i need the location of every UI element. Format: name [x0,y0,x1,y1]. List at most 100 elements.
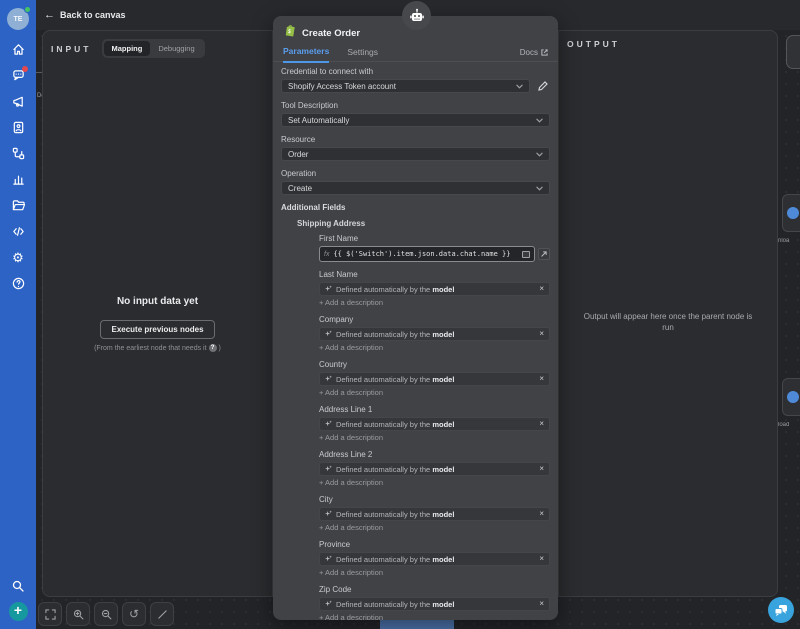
field-label: Address Line 2 [319,450,550,459]
clear-field-button[interactable]: × [539,510,544,518]
edit-credential-button[interactable] [536,79,550,93]
pencil-icon [538,81,548,91]
sidebar-item-insights[interactable] [8,172,28,187]
expression-value: {{ $('Switch').item.json.data.chat.name … [333,250,522,258]
input-panel-title: INPUT [51,44,92,54]
operation-select[interactable]: Create [281,181,550,195]
partial-node-2[interactable] [782,378,800,416]
tab-debugging[interactable]: Debugging [150,41,202,56]
partial-node-1[interactable] [782,194,800,232]
ai-defined-input[interactable]: Defined automatically by the model × [319,282,550,296]
help-icon[interactable]: ? [209,344,217,352]
clear-field-button[interactable]: × [539,285,544,293]
add-description-link[interactable]: + Add a description [319,569,550,577]
first-name-expression-input[interactable]: fx {{ $('Switch').item.json.data.chat.na… [319,246,535,262]
reset-view-button[interactable]: ↺ [122,602,146,626]
resource-field: Resource Order [281,135,550,161]
sidebar-item-workflows[interactable] [8,146,28,161]
add-description-link[interactable]: + Add a description [319,434,550,442]
clear-field-button[interactable]: × [539,330,544,338]
resource-select[interactable]: Order [281,147,550,161]
node-icon [787,207,799,219]
field-label: Address Line 1 [319,405,550,414]
ai-defined-input[interactable]: Defined automatically by the model × [319,552,550,566]
back-to-canvas-link[interactable]: ← Back to canvas [44,9,126,21]
ai-defined-input[interactable]: Defined automatically by the model × [319,597,550,611]
sidebar: TE [0,0,36,629]
fit-view-button[interactable] [38,602,62,626]
canvas-toolbar: ↺ [38,602,174,626]
workflow-icon [12,147,25,160]
external-link-icon [541,49,548,56]
back-arrow-icon: ← [44,9,55,21]
dialog-title: Create Order [302,28,360,39]
clear-field-button[interactable]: × [539,375,544,383]
credential-select[interactable]: Shopify Access Token account [281,79,530,93]
fx-icon: fx [324,251,329,258]
add-description-link[interactable]: + Add a description [319,299,550,307]
clear-field-button[interactable]: × [539,420,544,428]
ai-defined-input[interactable]: Defined automatically by the model × [319,462,550,476]
avatar[interactable]: TE [7,8,29,30]
sidebar-item-announcements[interactable] [8,94,28,109]
clear-field-button[interactable]: × [539,555,544,563]
field-label: Credential to connect with [281,67,550,76]
ai-defined-input[interactable]: Defined automatically by the model × [319,327,550,341]
ai-defined-input[interactable]: Defined automatically by the model × [319,372,550,386]
add-description-link[interactable]: + Add a description [319,344,550,352]
fit-view-icon [45,609,56,620]
shopify-icon [283,24,296,42]
ai-field: Country Defined automatically by the mod… [319,360,550,397]
chat-help-button[interactable] [768,597,794,623]
resize-button[interactable] [150,602,174,626]
field-label: First Name [319,234,550,243]
sparkles-icon [325,465,332,473]
sidebar-item-settings[interactable]: ⚙ [8,250,28,265]
docs-link[interactable]: Docs [520,48,548,61]
sparkles-icon [325,600,332,608]
search-button[interactable] [8,578,28,593]
clear-field-button[interactable]: × [539,600,544,608]
workflow-canvas[interactable]: Do nloa load INPUT Mapping Debugging [36,30,800,629]
tool-description-select[interactable]: Set Automatically [281,113,550,127]
sidebar-item-contacts[interactable] [8,120,28,135]
chevron-down-icon [536,186,543,191]
partial-node-2-label: load [778,422,800,428]
field-label: Operation [281,169,550,178]
ai-defined-input[interactable]: Defined automatically by the model × [319,417,550,431]
sparkles-icon [325,285,332,293]
add-description-link[interactable]: + Add a description [319,524,550,532]
sidebar-item-help[interactable] [8,276,28,291]
sparkles-icon [325,510,332,518]
zoom-in-button[interactable] [66,602,90,626]
sidebar-item-projects[interactable] [8,198,28,213]
sidebar-item-home[interactable] [8,42,28,57]
add-workflow-button[interactable]: + [9,602,28,621]
zoom-out-button[interactable] [94,602,118,626]
tab-parameters[interactable]: Parameters [283,46,329,63]
folder-icon [12,199,25,212]
expand-expression-button[interactable] [538,248,550,260]
online-status-dot [24,6,31,13]
ai-field: Province Defined automatically by the mo… [319,540,550,577]
sidebar-item-code[interactable] [8,224,28,239]
tab-mapping[interactable]: Mapping [104,41,151,56]
ai-field: Company Defined automatically by the mod… [319,315,550,352]
add-description-link[interactable]: + Add a description [319,479,550,487]
home-icon [12,43,25,56]
drag-handle-icon[interactable] [522,251,530,258]
add-description-link[interactable]: + Add a description [319,614,550,620]
help-circle-icon [12,277,25,290]
dialog-tabs: Parameters Settings Docs [273,44,558,62]
ai-defined-input[interactable]: Defined automatically by the model × [319,507,550,521]
input-mode-switch: Mapping Debugging [102,39,205,58]
sidebar-item-support-chat[interactable] [8,68,28,83]
input-panel: INPUT Mapping Debugging No input data ye… [42,30,273,597]
clear-field-button[interactable]: × [539,465,544,473]
tab-settings[interactable]: Settings [347,47,378,62]
assistant-robot-avatar[interactable] [402,1,431,30]
contact-book-icon [12,121,25,134]
add-description-link[interactable]: + Add a description [319,389,550,397]
execute-previous-nodes-button[interactable]: Execute previous nodes [100,320,214,339]
sidebar-bottom: + [8,578,28,621]
